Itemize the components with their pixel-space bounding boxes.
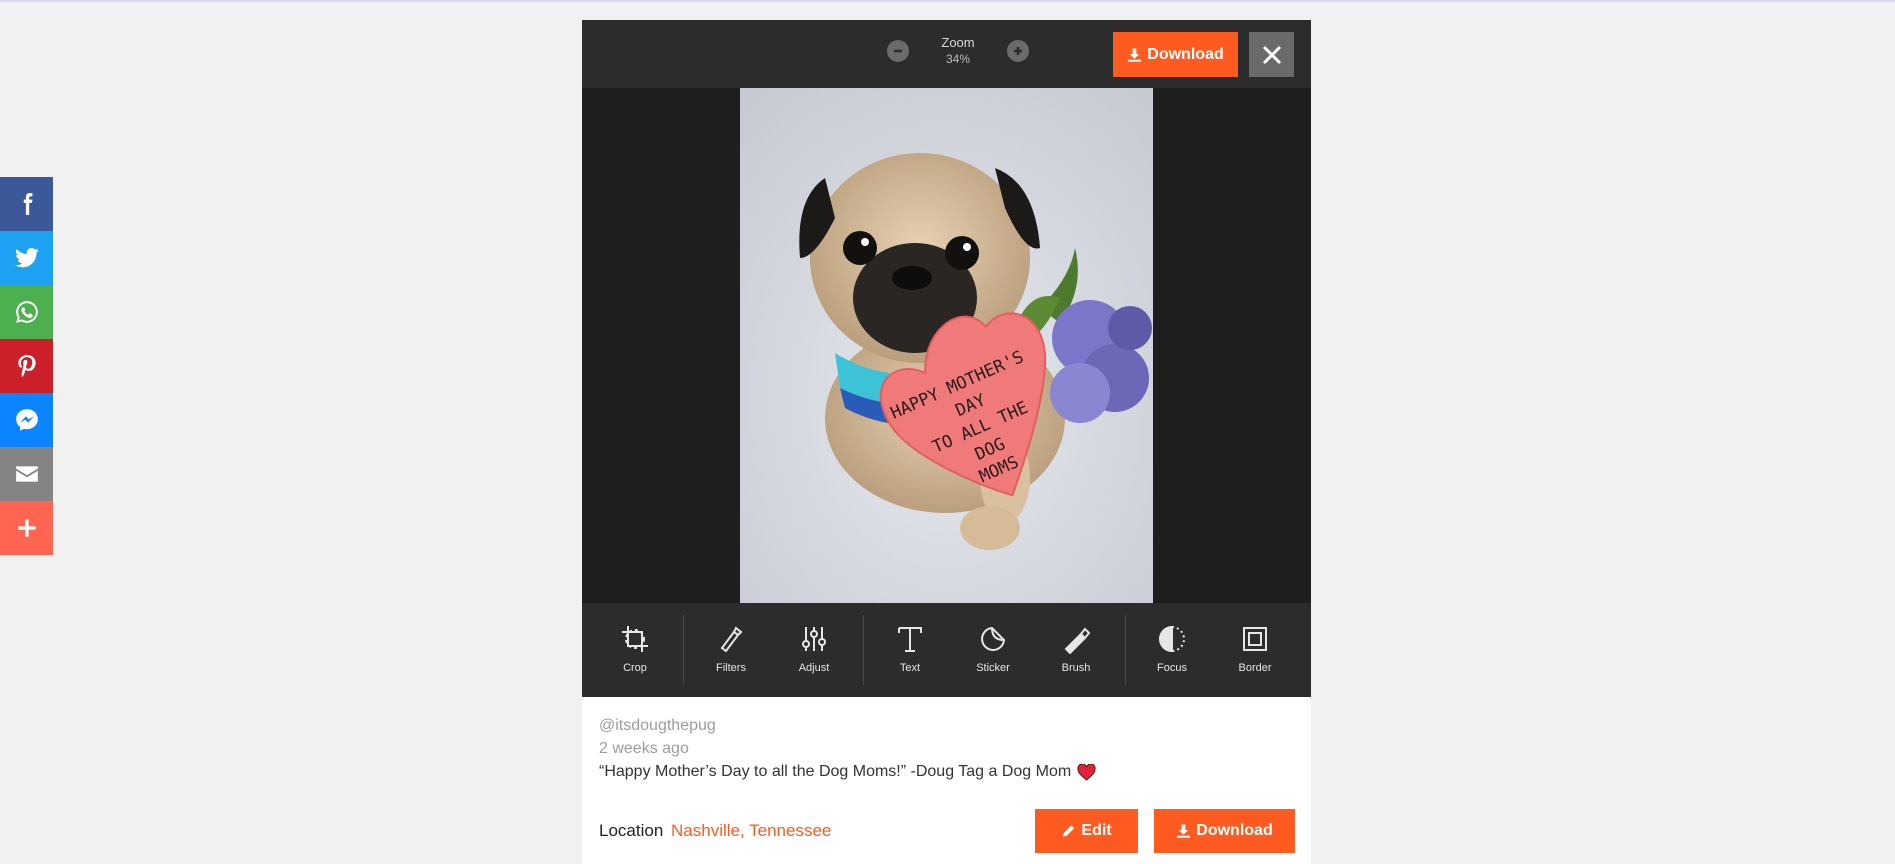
tool-label: Sticker [976, 662, 1010, 674]
messenger-icon [15, 409, 38, 431]
download-icon [1177, 824, 1191, 838]
post-location: Location Nashville, Tennessee [599, 821, 831, 841]
pug-photo[interactable]: HAPPY MOTHER'S DAY TO ALL THE DOG MOMS [740, 88, 1153, 603]
tool-sticker[interactable]: Sticker [958, 603, 1028, 697]
tool-label: Filters [716, 662, 746, 674]
focus-icon [1159, 625, 1185, 653]
share-sidebar [0, 177, 53, 555]
sticker-icon [981, 626, 1006, 651]
tool-label: Brush [1061, 662, 1091, 674]
twitter-icon [14, 248, 39, 268]
pinterest-icon [17, 355, 36, 378]
email-icon [15, 466, 38, 482]
plus-icon [17, 519, 36, 537]
tool-label: Adjust [798, 662, 830, 674]
tool-brush[interactable]: Brush [1041, 603, 1111, 697]
adjust-icon [802, 627, 826, 651]
pencil-icon [1063, 825, 1075, 837]
tool-label: Crop [623, 662, 647, 674]
pinterest-share-button[interactable] [0, 339, 53, 393]
whatsapp-icon [15, 301, 38, 323]
whatsapp-share-button[interactable] [0, 285, 53, 339]
location-link[interactable]: Nashville, Tennessee [671, 821, 831, 840]
editor-toolbar: Crop Filters Adjust Text Sticker Brush F… [582, 603, 1311, 697]
author-handle[interactable]: @itsdougthepug [599, 715, 1294, 737]
more-share-button[interactable] [0, 501, 53, 555]
tool-label: Text [899, 662, 921, 674]
location-label: Location [599, 821, 664, 840]
tool-label: Focus [1157, 662, 1187, 674]
tool-label: Border [1238, 662, 1272, 674]
post-info: @itsdougthepug 2 weeks ago “Happy Mother… [582, 697, 1311, 864]
viewer-topbar: Zoom 34% Download [582, 20, 1311, 88]
download-label: Download [1196, 822, 1273, 839]
image-viewer: Zoom 34% Download HAPPY MOTHER'S DAY TO … [582, 20, 1311, 864]
zoom-label: Zoom [941, 35, 975, 50]
image-stage: HAPPY MOTHER'S DAY TO ALL THE DOG MOMS [582, 88, 1311, 603]
tool-focus[interactable]: Focus [1137, 603, 1207, 697]
edit-label: Edit [1081, 822, 1112, 839]
tool-filters[interactable]: Filters [696, 603, 766, 697]
twitter-share-button[interactable] [0, 231, 53, 285]
brush-icon [1064, 627, 1091, 654]
post-caption: “Happy Mother’s Day to all the Dog Moms!… [599, 761, 1294, 783]
download-button-top[interactable]: Download [1113, 32, 1238, 77]
caption-text: “Happy Mother’s Day to all the Dog Moms!… [599, 763, 1072, 780]
tool-separator [683, 615, 684, 685]
download-label: Download [1147, 45, 1224, 63]
minus-icon [894, 49, 902, 53]
border-icon [1243, 627, 1267, 651]
facebook-share-button[interactable] [0, 177, 53, 231]
download-icon [1128, 47, 1142, 62]
zoom-in-button[interactable] [1007, 40, 1029, 62]
zoom-control: Zoom 34% [887, 34, 1029, 68]
email-share-button[interactable] [0, 447, 53, 501]
text-icon [898, 627, 922, 652]
plus-icon [1014, 47, 1022, 55]
messenger-share-button[interactable] [0, 393, 53, 447]
pug-image: HAPPY MOTHER'S DAY TO ALL THE DOG MOMS [740, 88, 1153, 603]
filters-icon [720, 626, 743, 653]
tool-separator [1125, 615, 1126, 685]
tool-border[interactable]: Border [1220, 603, 1290, 697]
zoom-value: 34% [945, 52, 971, 66]
tool-adjust[interactable]: Adjust [779, 603, 849, 697]
heart-emoji-icon [1077, 763, 1096, 781]
zoom-readout: Zoom 34% [909, 34, 1007, 68]
tool-text[interactable]: Text [875, 603, 945, 697]
close-button[interactable] [1249, 32, 1294, 77]
download-button-bottom[interactable]: Download [1154, 809, 1295, 853]
close-icon [1262, 45, 1281, 64]
tool-crop[interactable]: Crop [600, 603, 670, 697]
facebook-icon [23, 193, 32, 215]
post-timestamp: 2 weeks ago [599, 740, 689, 757]
crop-icon [622, 626, 648, 652]
edit-button[interactable]: Edit [1035, 809, 1138, 853]
zoom-out-button[interactable] [887, 40, 909, 62]
tool-separator [863, 615, 864, 685]
